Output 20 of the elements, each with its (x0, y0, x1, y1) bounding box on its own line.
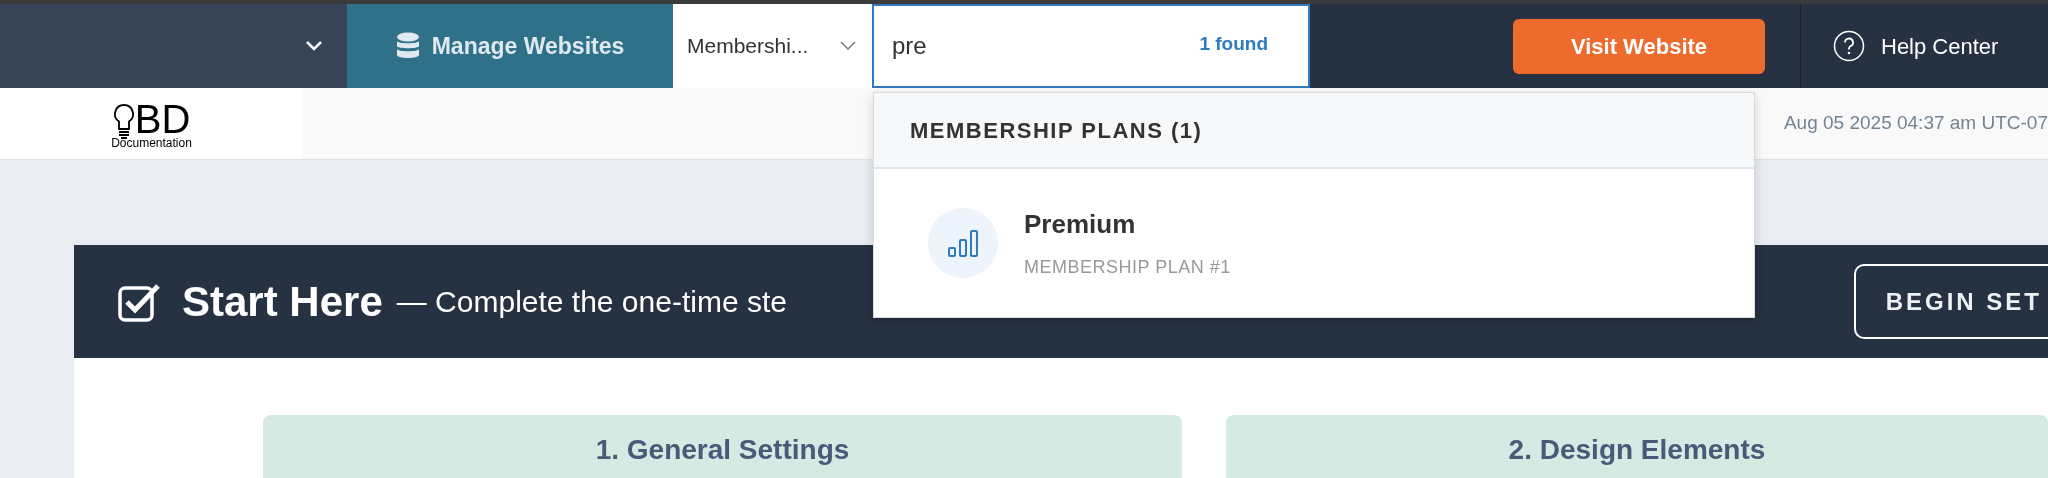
group-heading: MEMBERSHIP PLANS (1) (910, 116, 1203, 145)
timestamp: Aug 05 2025 04:37 am UTC-07 (1783, 111, 2048, 136)
begin-setup-button[interactable]: BEGIN SET (1853, 264, 2048, 339)
result-subtitle: MEMBERSHIP PLAN #1 (1024, 256, 1231, 279)
logo[interactable]: BD Documentation (0, 88, 303, 159)
result-count: 1 found (1199, 32, 1268, 56)
chevron-down-icon (840, 41, 856, 51)
step-card-header: 1. General Settings (263, 415, 1182, 478)
step-card-header: 2. Design Elements (1226, 415, 2048, 478)
result-title: Premium (1024, 208, 1137, 241)
chevron-down-icon[interactable] (305, 40, 323, 52)
panel-title: Start Here (182, 277, 383, 327)
lightbulb-icon (112, 102, 135, 139)
manage-websites-button[interactable]: Manage Websites (347, 4, 673, 88)
result-item[interactable]: Premium MEMBERSHIP PLAN #1 (874, 169, 1754, 317)
section-select[interactable]: Membershi... (673, 4, 872, 88)
help-center-link[interactable]: Help Center (1881, 29, 1999, 63)
help-icon (1833, 30, 1865, 62)
panel-subtitle: — Complete the one-time ste (396, 284, 787, 320)
database-icon (395, 32, 420, 60)
